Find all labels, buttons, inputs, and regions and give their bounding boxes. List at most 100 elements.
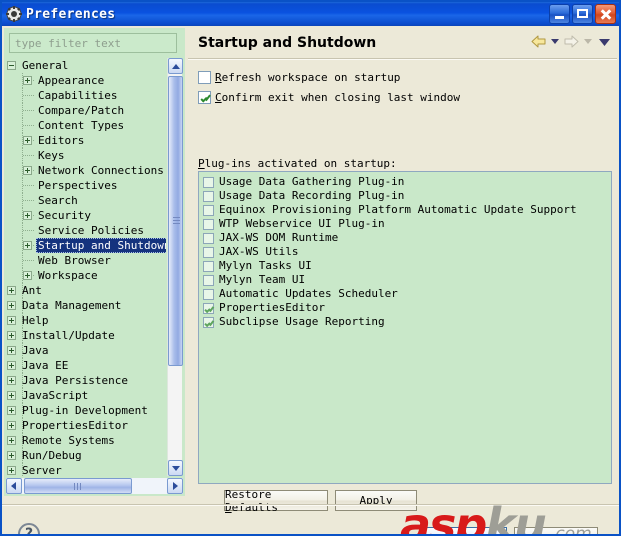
maximize-button[interactable] [572, 4, 593, 24]
back-arrow-icon[interactable] [530, 34, 547, 49]
horizontal-scroll-thumb[interactable] [24, 478, 132, 494]
plugin-list-item[interactable]: Equinox Provisioning Platform Automatic … [203, 203, 611, 217]
plugin-checkbox[interactable] [203, 274, 214, 286]
tree-scroll-viewport[interactable]: General Appearance Capabilities Compare/Pat… [6, 58, 166, 476]
scroll-down-button[interactable] [168, 460, 183, 476]
tree-vertical-scrollbar[interactable] [167, 58, 183, 476]
plugin-checkbox[interactable] [203, 316, 214, 328]
cancel-button[interactable]: Cancel [514, 527, 598, 535]
tree-item-perspectives[interactable]: Perspectives [6, 178, 166, 193]
plugin-checkbox[interactable] [203, 218, 214, 230]
tree-expand-icon[interactable] [7, 436, 16, 445]
tree-expand-icon[interactable] [7, 331, 16, 340]
tree-expand-icon[interactable] [7, 346, 16, 355]
tree-item-compare-patch[interactable]: Compare/Patch [6, 103, 166, 118]
tree-expand-icon[interactable] [7, 301, 16, 310]
help-icon[interactable]: ? [18, 523, 40, 534]
plugin-list-item[interactable]: Mylyn Team UI [203, 273, 611, 287]
tree-item-workspace[interactable]: Workspace [6, 268, 166, 283]
tree-item-help[interactable]: Help [6, 313, 166, 328]
tree-item-java[interactable]: Java [6, 343, 166, 358]
refresh-workspace-option[interactable]: Refresh workspace on startup [198, 71, 400, 84]
tree-item-startup-and-shutdown[interactable]: Startup and Shutdown [6, 238, 166, 253]
tree-item-java-ee[interactable]: Java EE [6, 358, 166, 373]
plugin-label: Subclipse Usage Reporting [219, 315, 385, 328]
tree-expand-icon[interactable] [7, 361, 16, 370]
plugin-checkbox[interactable] [203, 190, 214, 202]
plugin-list-item[interactable]: Usage Data Gathering Plug-in [203, 175, 611, 189]
tree-expand-icon[interactable] [7, 316, 16, 325]
tree-item-install-update[interactable]: Install/Update [6, 328, 166, 343]
minimize-button[interactable] [549, 4, 570, 24]
filter-input[interactable] [10, 34, 176, 52]
tree-item-appearance[interactable]: Appearance [6, 73, 166, 88]
tree-expand-icon[interactable] [23, 271, 32, 280]
cancel-label: Cancel [536, 532, 576, 535]
tree-item-run-debug[interactable]: Run/Debug [6, 448, 166, 463]
view-menu-icon[interactable] [596, 34, 613, 49]
tree-expand-icon[interactable] [7, 451, 16, 460]
tree-expand-icon[interactable] [23, 76, 32, 85]
tree-item-general[interactable]: General [6, 58, 166, 73]
tree-expand-icon[interactable] [23, 166, 32, 175]
confirm-exit-option[interactable]: Confirm exit when closing last window [198, 91, 460, 104]
tree-item-network-connections[interactable]: Network Connections [6, 163, 166, 178]
tree-expand-icon[interactable] [7, 391, 16, 400]
tree-item-search[interactable]: Search [6, 193, 166, 208]
plugin-list-item[interactable]: JAX-WS DOM Runtime [203, 231, 611, 245]
tree-item-service-policies[interactable]: Service Policies [6, 223, 166, 238]
tree-item-plug-in-development[interactable]: Plug-in Development [6, 403, 166, 418]
tree-item-propertieseditor[interactable]: PropertiesEditor [6, 418, 166, 433]
plugin-checkbox[interactable] [203, 288, 214, 300]
plugin-checkbox[interactable] [203, 204, 214, 216]
apply-button[interactable]: Apply [335, 490, 417, 511]
tree-expand-icon[interactable] [23, 241, 32, 250]
plugins-activated-list[interactable]: Usage Data Gathering Plug-in Usage Data R… [198, 171, 612, 484]
ok-button[interactable]: OK [423, 527, 507, 534]
tree-expand-icon[interactable] [7, 376, 16, 385]
tree-expand-icon[interactable] [7, 421, 16, 430]
plugin-list-item[interactable]: PropertiesEditor [203, 301, 611, 315]
scroll-left-button[interactable] [6, 478, 22, 494]
tree-expand-icon[interactable] [7, 406, 16, 415]
tree-collapse-icon[interactable] [7, 61, 16, 70]
tree-item-label: General [22, 59, 69, 72]
tree-expand-icon[interactable] [7, 466, 16, 475]
tree-item-label: Java Persistence [22, 374, 128, 387]
tree-item-content-types[interactable]: Content Types [6, 118, 166, 133]
vertical-scroll-thumb[interactable] [168, 76, 183, 366]
plugin-list-item[interactable]: Automatic Updates Scheduler [203, 287, 611, 301]
plugin-list-item[interactable]: JAX-WS Utils [203, 245, 611, 259]
plugin-checkbox[interactable] [203, 260, 214, 272]
refresh-workspace-checkbox[interactable] [198, 71, 211, 84]
plugin-checkbox[interactable] [203, 302, 214, 314]
tree-item-javascript[interactable]: JavaScript [6, 388, 166, 403]
tree-horizontal-scrollbar[interactable] [6, 478, 183, 494]
tree-item-web-browser[interactable]: Web Browser [6, 253, 166, 268]
scroll-up-button[interactable] [168, 58, 183, 74]
tree-expand-icon[interactable] [23, 211, 32, 220]
plugin-checkbox[interactable] [203, 176, 214, 188]
close-button[interactable] [595, 4, 616, 24]
plugin-checkbox[interactable] [203, 246, 214, 258]
tree-item-capabilities[interactable]: Capabilities [6, 88, 166, 103]
plugin-list-item[interactable]: Mylyn Tasks UI [203, 259, 611, 273]
confirm-exit-checkbox[interactable] [198, 91, 211, 104]
plugin-list-item[interactable]: Subclipse Usage Reporting [203, 315, 611, 329]
back-dropdown-icon[interactable] [551, 39, 559, 44]
tree-expand-icon[interactable] [7, 286, 16, 295]
restore-defaults-button[interactable]: Restore Defaults [224, 488, 328, 514]
tree-item-remote-systems[interactable]: Remote Systems [6, 433, 166, 448]
tree-item-ant[interactable]: Ant [6, 283, 166, 298]
scroll-right-button[interactable] [167, 478, 183, 494]
tree-item-java-persistence[interactable]: Java Persistence [6, 373, 166, 388]
plugin-list-item[interactable]: WTP Webservice UI Plug-in [203, 217, 611, 231]
plugin-list-item[interactable]: Usage Data Recording Plug-in [203, 189, 611, 203]
tree-item-keys[interactable]: Keys [6, 148, 166, 163]
tree-expand-icon[interactable] [23, 136, 32, 145]
tree-item-editors[interactable]: Editors [6, 133, 166, 148]
tree-item-data-management[interactable]: Data Management [6, 298, 166, 313]
tree-item-security[interactable]: Security [6, 208, 166, 223]
plugin-checkbox[interactable] [203, 232, 214, 244]
tree-item-server[interactable]: Server [6, 463, 166, 476]
